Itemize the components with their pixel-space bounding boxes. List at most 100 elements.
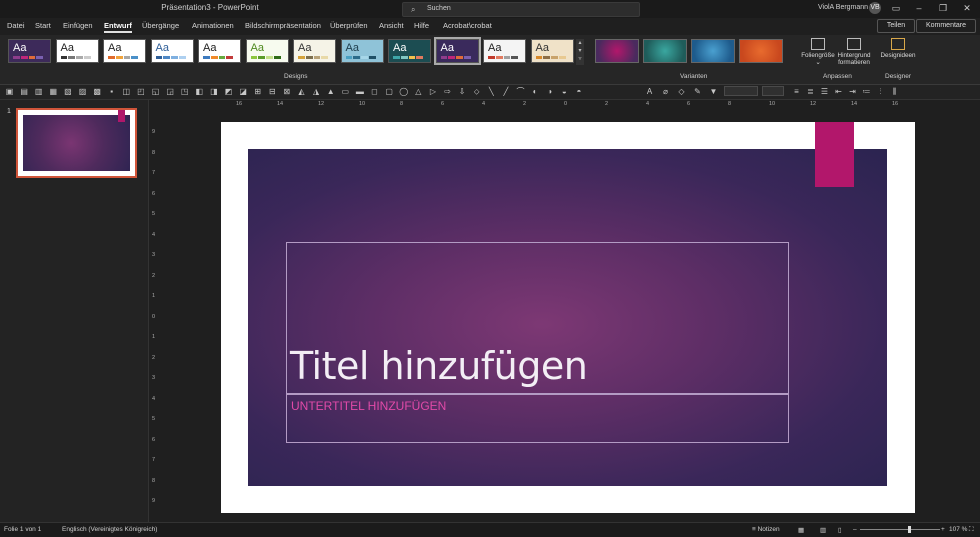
toolbar-tool-icon[interactable]: ◪ [239,87,248,96]
zoom-in-icon[interactable]: + [941,526,945,533]
toolbar-tool-icon[interactable]: ▭ [341,87,350,96]
theme-thumbnail[interactable]: Aa [388,39,431,63]
zoom-slider[interactable] [860,529,940,530]
toolbar-tool-icon[interactable]: ▲ [326,87,335,96]
format-tool-icon[interactable]: A [645,87,654,96]
slide-title[interactable]: Titel hinzufügen [290,344,588,388]
zoom-level[interactable]: 107 % [949,526,967,533]
toolbar-tool-icon[interactable]: ◰ [136,87,145,96]
toolbar-tool-icon[interactable]: ⊟ [268,87,277,96]
paragraph-tool-icon[interactable]: ≣ [806,87,815,96]
paragraph-tool-icon[interactable]: ≡ [792,87,801,96]
font-dropdown[interactable] [762,86,784,96]
font-dropdown[interactable] [724,86,758,96]
toolbar-tool-icon[interactable]: ▣ [5,87,14,96]
language-indicator[interactable]: Englisch (Vereinigtes Königreich) [62,526,157,533]
design-ideas-button[interactable]: Designideen [880,38,916,59]
format-tool-icon[interactable]: ▼ [709,87,718,96]
user-name[interactable]: ViolA Bergmann [818,4,868,11]
paragraph-tool-icon[interactable]: ⫼ [890,87,899,96]
tab-ansicht[interactable]: Ansicht [379,21,404,30]
theme-thumbnail[interactable]: Aa [340,39,384,63]
toolbar-tool-icon[interactable]: ▧ [63,87,72,96]
toolbar-tool-icon[interactable]: ◭ [297,87,306,96]
toolbar-tool-icon[interactable]: ◨ [209,87,218,96]
variant-thumbnail[interactable] [643,39,687,63]
format-background-button[interactable]: Hintergrund formatieren [835,38,873,66]
toolbar-tool-icon[interactable]: ⊞ [253,87,262,96]
theme-thumbnail[interactable]: Aa [8,39,51,63]
zoom-slider-thumb[interactable] [908,526,911,533]
theme-thumbnail[interactable]: Aa [530,39,574,63]
paragraph-tool-icon[interactable]: ⇤ [834,87,843,96]
normal-view-icon[interactable]: ▦ [798,526,804,534]
tab-entwurf[interactable]: Entwurf [104,21,132,33]
toolbar-tool-icon[interactable]: ▦ [49,87,58,96]
format-tool-icon[interactable]: ◇ [677,87,686,96]
toolbar-tool-icon[interactable]: ╱ [501,87,510,96]
theme-thumbnail[interactable]: Aa [293,39,336,63]
search-input[interactable]: ⌕ Suchen [402,2,640,17]
variant-thumbnail[interactable] [595,39,639,63]
reading-view-icon[interactable]: ▯ [838,526,842,534]
toolbar-tool-icon[interactable]: ◻ [370,87,379,96]
variant-thumbnail[interactable] [691,39,735,63]
format-tool-icon[interactable]: ⌀ [661,87,670,96]
comments-button[interactable]: Kommentare [916,19,976,33]
toolbar-tool-icon[interactable]: ◧ [195,87,204,96]
toolbar-tool-icon[interactable]: ◯ [399,87,408,96]
toolbar-tool-icon[interactable]: ╲ [487,87,496,96]
share-button[interactable]: Teilen [877,19,915,33]
toolbar-tool-icon[interactable]: ◳ [180,87,189,96]
toolbar-tool-icon[interactable]: ⌒ [516,87,525,96]
toolbar-tool-icon[interactable]: ◲ [166,87,175,96]
toolbar-tool-icon[interactable]: ⬦ [472,87,481,96]
paragraph-tool-icon[interactable]: ⇥ [848,87,857,96]
avatar[interactable]: VB [869,2,881,14]
zoom-out-icon[interactable]: – [853,526,857,533]
toolbar-tool-icon[interactable]: ◐ [531,87,540,96]
variant-thumbnail[interactable] [739,39,783,63]
toolbar-tool-icon[interactable]: △ [414,87,423,96]
toolbar-tool-icon[interactable]: ◑ [545,87,554,96]
toolbar-tool-icon[interactable]: ▩ [93,87,102,96]
tab-ueberpruefen[interactable]: Überprüfen [330,21,368,30]
tab-bildschirmpraesentation[interactable]: Bildschirmpräsentation [245,21,321,30]
paragraph-tool-icon[interactable]: ⫶ [876,87,885,96]
slide-sorter-icon[interactable]: ▥ [820,526,826,534]
theme-thumbnail[interactable]: Aa [103,39,146,63]
tab-einfuegen[interactable]: Einfügen [63,21,93,30]
theme-thumbnail[interactable]: Aa [245,39,289,63]
theme-thumbnail[interactable]: Aa [433,37,481,65]
slide-thumbnail[interactable] [16,108,137,178]
toolbar-tool-icon[interactable]: ◱ [151,87,160,96]
toolbar-tool-icon[interactable]: ▥ [34,87,43,96]
fit-to-window-icon[interactable]: ⛶ [969,526,974,534]
toolbar-tool-icon[interactable]: ▤ [20,87,29,96]
toolbar-tool-icon[interactable]: ▢ [385,87,394,96]
toolbar-tool-icon[interactable]: ◮ [312,87,321,96]
toolbar-tool-icon[interactable]: ▷ [428,87,437,96]
tab-animationen[interactable]: Animationen [192,21,234,30]
close-icon[interactable]: ✕ [955,1,979,16]
notes-button[interactable]: ≡ Notizen [752,526,780,533]
toolbar-tool-icon[interactable]: ◓ [574,87,583,96]
paragraph-tool-icon[interactable]: ≔ [862,87,871,96]
theme-thumbnail[interactable]: Aa [150,39,194,63]
minimize-icon[interactable]: – [907,1,931,16]
slide-size-button[interactable]: Foliengröße ⌄ [800,38,836,66]
theme-thumbnail[interactable]: Aa [55,39,99,63]
toolbar-tool-icon[interactable]: ◩ [224,87,233,96]
theme-thumbnail[interactable]: Aa [198,39,241,63]
toolbar-tool-icon[interactable]: ⇩ [458,87,467,96]
gallery-scroll[interactable]: ▴ ▾ ▿ [576,39,584,65]
tab-hilfe[interactable]: Hilfe [414,21,429,30]
theme-thumbnail[interactable]: Aa [483,39,526,63]
toolbar-tool-icon[interactable]: ◫ [122,87,131,96]
toolbar-tool-icon[interactable]: ▨ [78,87,87,96]
format-tool-icon[interactable]: ✎ [693,87,702,96]
tab-uebergaenge[interactable]: Übergänge [142,21,179,30]
tab-start[interactable]: Start [35,21,51,30]
maximize-icon[interactable]: ❐ [931,1,955,16]
tab-datei[interactable]: Datei [7,21,25,30]
